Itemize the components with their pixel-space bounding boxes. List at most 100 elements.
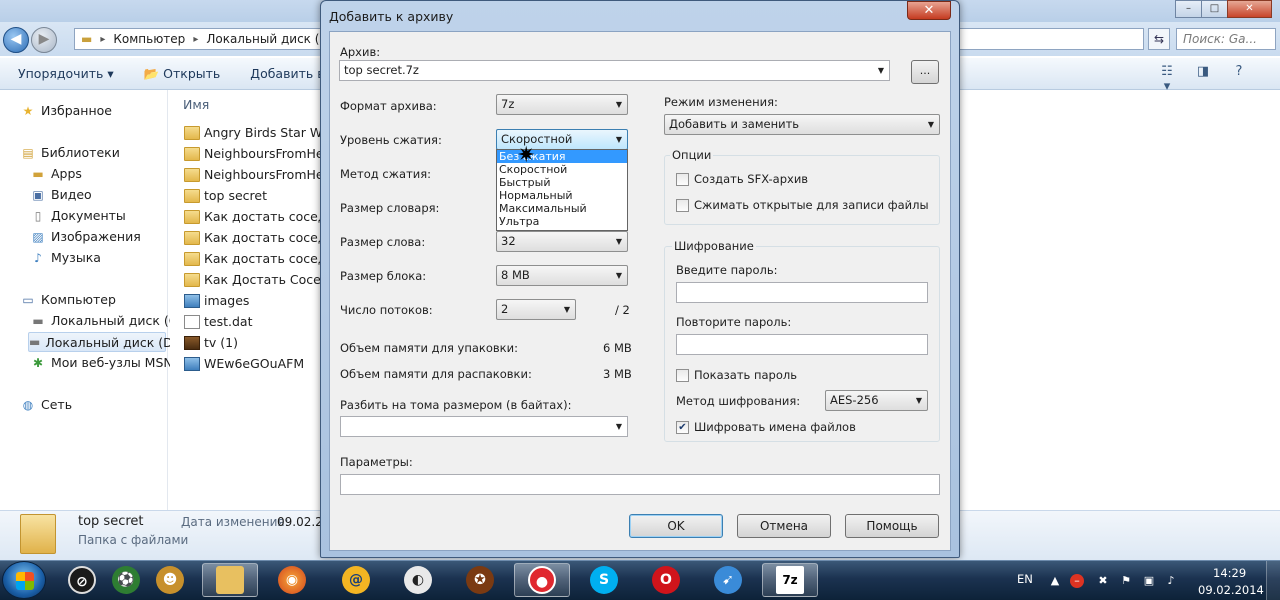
- show-hidden-icons[interactable]: ▲: [1048, 574, 1062, 588]
- folder-icon: [184, 167, 200, 182]
- taskbar-app-game[interactable]: ✪: [452, 563, 508, 597]
- update-mode-combo[interactable]: Добавить и заменить ▼: [664, 114, 940, 135]
- show-password-checkbox[interactable]: Показать пароль: [676, 368, 797, 382]
- chevron-down-icon: ▼: [915, 396, 923, 405]
- file-list-item[interactable]: Angry Birds Star Wars: [184, 125, 341, 140]
- maximize-button[interactable]: □: [1201, 0, 1228, 18]
- file-list-item[interactable]: test.dat: [184, 314, 252, 329]
- minimize-button[interactable]: –: [1175, 0, 1202, 18]
- taskbar-recorder[interactable]: ●: [514, 563, 570, 597]
- nav-apps-label: Apps: [51, 166, 82, 181]
- level-option[interactable]: Ультра: [497, 215, 627, 228]
- nav-drive-c[interactable]: ▬ Локальный диск (C:): [30, 313, 187, 328]
- video-file-icon: [184, 335, 200, 350]
- encrypt-names-checkbox[interactable]: ✔ Шифровать имена файлов: [676, 420, 856, 434]
- dialog-title: Добавить к архиву: [329, 9, 454, 24]
- preview-pane-icon[interactable]: ◨: [1192, 64, 1214, 82]
- taskbar-app-clone[interactable]: ◐: [390, 563, 446, 597]
- nav-images[interactable]: ▨ Изображения: [30, 229, 140, 244]
- language-indicator[interactable]: EN: [1017, 572, 1033, 586]
- breadcrumb-computer[interactable]: Компьютер: [113, 32, 185, 46]
- tray-flag-icon[interactable]: ⚑: [1119, 574, 1133, 588]
- block-combo[interactable]: 8 MB ▼: [496, 265, 628, 286]
- nav-libraries[interactable]: ▤ Библиотеки: [20, 145, 120, 160]
- archive-path-combo[interactable]: top secret.7z ▼: [339, 60, 890, 81]
- params-input[interactable]: [340, 474, 940, 495]
- taskbar-firefox[interactable]: ◉: [264, 563, 320, 597]
- taskbar-mail[interactable]: @: [328, 563, 384, 597]
- windows-logo-icon: [16, 572, 34, 590]
- nav-msn-sites[interactable]: ✱ Мои веб-узлы MSN: [30, 355, 173, 370]
- threads-max: / 2: [615, 303, 630, 317]
- word-combo[interactable]: 32 ▼: [496, 231, 628, 252]
- split-combo[interactable]: ▼: [340, 416, 628, 437]
- taskbar-7zip[interactable]: 7z: [762, 563, 818, 597]
- level-option[interactable]: Нормальный: [497, 189, 627, 202]
- start-button[interactable]: [2, 561, 46, 599]
- nav-music[interactable]: ♪ Музыка: [30, 250, 101, 265]
- opera-icon: O: [652, 566, 680, 594]
- password-input[interactable]: [676, 282, 928, 303]
- tray-network-error-icon[interactable]: ✖: [1096, 574, 1110, 588]
- folder-icon: [184, 230, 200, 245]
- format-combo[interactable]: 7z ▼: [496, 94, 628, 115]
- checkbox-box: [676, 368, 689, 382]
- taskbar-explorer[interactable]: [202, 563, 258, 597]
- help-icon[interactable]: ?: [1228, 64, 1250, 82]
- shared-files-checkbox[interactable]: Сжимать открытые для записи файлы: [676, 198, 929, 212]
- nav-drive-d[interactable]: ▬ Локальный диск (D:): [28, 332, 182, 352]
- level-combo[interactable]: Скоростной ▼: [496, 129, 628, 150]
- sfx-checkbox[interactable]: Создать SFX-архив: [676, 172, 808, 186]
- browse-button[interactable]: ...: [911, 60, 939, 84]
- nav-apps[interactable]: ▬ Apps: [30, 166, 82, 181]
- open-button[interactable]: 📂 Открыть: [144, 66, 221, 82]
- clock-time[interactable]: 14:29: [1213, 566, 1246, 580]
- nav-drive-c-label: Локальный диск (C:): [51, 313, 187, 328]
- checkmark-icon: ✔: [676, 420, 689, 434]
- help-button[interactable]: Помощь: [845, 514, 939, 538]
- show-desktop-button[interactable]: [1266, 561, 1280, 600]
- nav-favorites[interactable]: ★ Избранное: [20, 103, 112, 118]
- refresh-button[interactable]: ⇆: [1148, 28, 1170, 50]
- column-header-name[interactable]: Имя: [183, 97, 209, 112]
- taskbar-app-bird[interactable]: ➹: [700, 563, 756, 597]
- file-list-item[interactable]: tv (1): [184, 335, 238, 350]
- file-list-item[interactable]: WEw6eGOuAFM: [184, 356, 304, 371]
- file-list-item[interactable]: images: [184, 293, 249, 308]
- taskbar-skype[interactable]: S: [576, 563, 632, 597]
- game-icon: ✪: [466, 566, 494, 594]
- enc-method-combo[interactable]: AES-256 ▼: [825, 390, 928, 411]
- volume-icon[interactable]: ♪: [1164, 574, 1178, 588]
- taskbar-app-3[interactable]: ☻: [142, 563, 198, 597]
- breadcrumb-drive-d[interactable]: Локальный диск (D:): [206, 32, 337, 46]
- taskbar-opera[interactable]: O: [638, 563, 694, 597]
- tray-app-icon[interactable]: –: [1070, 574, 1084, 588]
- nav-network-label: Сеть: [41, 397, 73, 412]
- nav-computer[interactable]: ▭ Компьютер: [20, 292, 116, 307]
- level-option[interactable]: Быстрый: [497, 176, 627, 189]
- close-button[interactable]: ✕: [1227, 0, 1272, 18]
- search-input[interactable]: Поиск: Ga...: [1176, 28, 1276, 50]
- file-name: NeighboursFromHell2: [204, 167, 339, 182]
- format-value: 7z: [501, 97, 515, 111]
- password-repeat-input[interactable]: [676, 334, 928, 355]
- nav-network[interactable]: ◍ Сеть: [20, 397, 72, 412]
- file-list-item[interactable]: NeighboursFromHell2: [184, 167, 339, 182]
- threads-combo[interactable]: 2 ▼: [496, 299, 576, 320]
- level-option[interactable]: Максимальный: [497, 202, 627, 215]
- tray-display-icon[interactable]: ▣: [1142, 574, 1156, 588]
- football-game-icon: ⚽: [112, 566, 140, 594]
- forward-button[interactable]: ▶: [31, 27, 57, 53]
- file-list-item[interactable]: top secret: [184, 188, 267, 203]
- nav-documents[interactable]: ▯ Документы: [30, 208, 126, 223]
- cancel-button[interactable]: Отмена: [737, 514, 831, 538]
- ok-button[interactable]: OK: [629, 514, 723, 538]
- back-button[interactable]: ◀: [3, 27, 29, 53]
- view-options-icon[interactable]: ☷ ▾: [1156, 64, 1178, 94]
- clock-date[interactable]: 09.02.2014: [1198, 583, 1264, 597]
- nav-video[interactable]: ▣ Видео: [30, 187, 91, 202]
- organize-button[interactable]: Упорядочить ▾: [18, 66, 114, 81]
- chevron-down-icon: ▼: [877, 66, 885, 75]
- dialog-close-button[interactable]: ✕: [907, 1, 951, 20]
- file-list-item[interactable]: NeighboursFromHell1: [184, 146, 339, 161]
